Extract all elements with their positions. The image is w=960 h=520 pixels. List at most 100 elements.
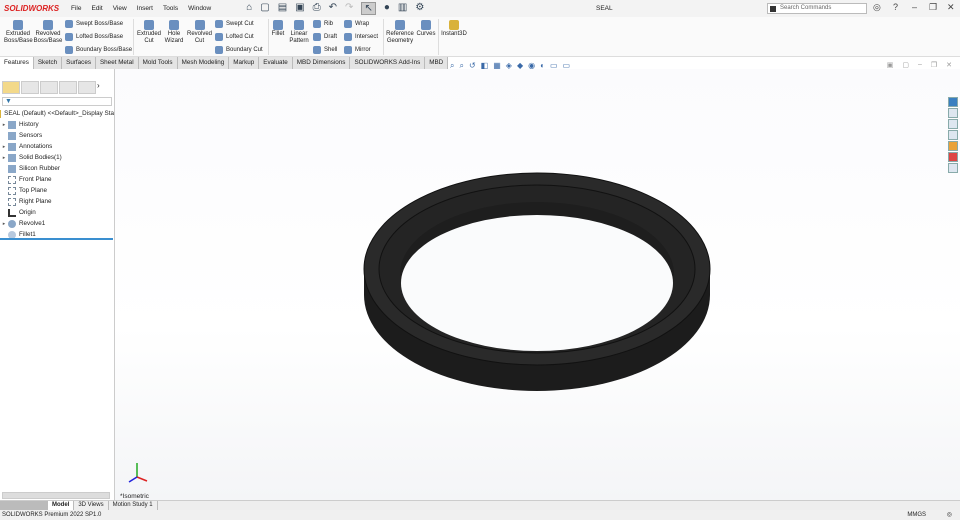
swept-cut-button[interactable]: Swept Cut [215, 20, 254, 28]
redo-icon[interactable]: ↷ [345, 2, 353, 15]
rollback-bar[interactable] [0, 238, 113, 240]
doc-minimize-icon[interactable]: – [918, 61, 922, 69]
linear-pattern-button[interactable]: Linear Pattern [287, 20, 311, 45]
mirror-icon [344, 46, 352, 54]
tree-item-revolve1[interactable]: ▸ Revolve1 [0, 218, 114, 229]
tab-motion-study-1[interactable]: Motion Study 1 [109, 501, 158, 510]
tree-item-front-plane[interactable]: Front Plane [0, 174, 114, 185]
tree-item-origin[interactable]: Origin [0, 207, 114, 218]
tab-model[interactable]: Model [48, 501, 75, 510]
tree-item-top-plane[interactable]: Top Plane [0, 185, 114, 196]
tab-mold-tools[interactable]: Mold Tools [138, 57, 178, 69]
reference-geometry-button[interactable]: Reference Geometry [385, 20, 415, 45]
menu-insert[interactable]: Insert [137, 5, 153, 12]
extruded-cut-icon [144, 20, 154, 30]
tab-markup[interactable]: Markup [229, 57, 260, 69]
tab-mbd[interactable]: MBD [425, 57, 449, 69]
boundary-icon [65, 46, 73, 54]
boundary-boss-button[interactable]: Boundary Boss/Base [65, 46, 132, 54]
extruded-boss-button[interactable]: Extruded Boss/Base [4, 20, 33, 45]
wrap-button[interactable]: Wrap [344, 20, 369, 28]
shell-button[interactable]: Shell [313, 46, 337, 54]
split-icon[interactable]: ▢ [902, 61, 909, 69]
unit-system[interactable]: MMGS [907, 512, 926, 518]
revolved-boss-button[interactable]: Revolved Boss/Base [33, 20, 63, 45]
display-manager-tab-icon[interactable] [78, 81, 96, 94]
options-gear-icon[interactable]: ⚙ [415, 2, 424, 15]
status-bar: SOLIDWORKS Premium 2022 SP1.0 MMGS ◎ [0, 510, 960, 520]
revolved-cut-button[interactable]: Revolved Cut [186, 20, 213, 45]
revolve-icon [8, 219, 16, 228]
intersect-button[interactable]: Intersect [344, 33, 378, 41]
help-icon[interactable]: ? [893, 2, 898, 12]
tab-3d-views[interactable]: 3D Views [74, 501, 109, 510]
property-manager-tab-icon[interactable] [21, 81, 39, 94]
instant3d-button[interactable]: Instant3D [440, 20, 468, 38]
doc-close-icon[interactable]: ✕ [946, 61, 952, 69]
tab-scroll-arrows[interactable] [0, 501, 48, 510]
fillet-button[interactable]: Fillet [270, 20, 286, 38]
tab-surfaces[interactable]: Surfaces [62, 57, 96, 69]
boundary-cut-button[interactable]: Boundary Cut [215, 46, 263, 54]
ring-hole [401, 215, 673, 351]
feature-manager-tab-icon[interactable] [2, 81, 20, 94]
extruded-cut-button[interactable]: Extruded Cut [135, 20, 163, 45]
view-orientation-label: *Isometric [120, 493, 149, 500]
tree-item-sensors[interactable]: Sensors [0, 130, 114, 141]
hole-wizard-button[interactable]: Hole Wizard [163, 20, 185, 45]
dimxpert-tab-icon[interactable] [59, 81, 77, 94]
doc-restore-icon[interactable]: ❐ [931, 61, 937, 69]
tree-item-annotations[interactable]: ▸ Annotations [0, 141, 114, 152]
horizontal-scrollbar[interactable] [2, 492, 110, 499]
search-commands-input[interactable]: Search Commands [767, 3, 867, 14]
tree-item-history[interactable]: ▸ History [0, 119, 114, 130]
material-icon [8, 164, 16, 173]
seal-ring-model[interactable] [115, 69, 960, 500]
undo-icon[interactable]: ↶ [329, 2, 337, 15]
open-icon[interactable]: ▤ [278, 2, 287, 15]
lofted-boss-button[interactable]: Lofted Boss/Base [65, 33, 123, 41]
rebuild-status-icon[interactable]: ◎ [947, 511, 952, 518]
home-icon[interactable]: ⌂ [246, 2, 252, 15]
tab-mesh-modeling[interactable]: Mesh Modeling [177, 57, 230, 69]
graphics-area[interactable]: ⌕ ⌕ ↺ ◧ ▦ ◈ ◆ ◉ ◐ ▭ ▭ ▣ ▢ – ❐ ✕ *Isometric [115, 61, 960, 500]
save-icon[interactable]: ▣ [295, 2, 304, 15]
menu-edit[interactable]: Edit [91, 5, 102, 12]
tab-solidworks-addins[interactable]: SOLIDWORKS Add-Ins [350, 57, 426, 69]
bottom-tabs: Model 3D Views Motion Study 1 [0, 500, 960, 510]
tree-item-solid-bodies[interactable]: ▸ Solid Bodies(1) [0, 152, 114, 163]
filter-icon[interactable]: ▼ [2, 97, 112, 106]
tab-mbd-dimensions[interactable]: MBD Dimensions [292, 57, 351, 69]
menu-file[interactable]: File [71, 5, 81, 12]
configuration-manager-tab-icon[interactable] [40, 81, 58, 94]
close-icon[interactable]: ✕ [947, 2, 955, 13]
solid-bodies-icon [8, 153, 16, 162]
select-icon[interactable]: ↖ [361, 2, 376, 15]
instant3d-icon [449, 20, 459, 30]
lofted-cut-button[interactable]: Lofted Cut [215, 33, 254, 41]
print-icon[interactable]: ⎙ [313, 2, 321, 15]
user-icon[interactable]: ◎ [873, 2, 881, 13]
minimize-icon[interactable]: – [912, 2, 917, 12]
draft-button[interactable]: Draft [313, 33, 337, 41]
tab-evaluate[interactable]: Evaluate [259, 57, 293, 69]
restore-icon[interactable]: ❐ [929, 2, 937, 13]
curves-button[interactable]: Curves [416, 20, 436, 38]
new-icon[interactable]: ▢ [260, 2, 269, 15]
tab-sheet-metal[interactable]: Sheet Metal [95, 57, 139, 69]
rebuild-icon[interactable]: ● [384, 2, 390, 15]
tab-features[interactable]: Features [0, 57, 34, 69]
swept-boss-button[interactable]: Swept Boss/Base [65, 20, 123, 28]
mirror-button[interactable]: Mirror [344, 46, 371, 54]
file-properties-icon[interactable]: ▥ [398, 2, 407, 15]
menu-tools[interactable]: Tools [163, 5, 178, 12]
tree-item-material[interactable]: Silicon Rubber [0, 163, 114, 174]
tree-item-right-plane[interactable]: Right Plane [0, 196, 114, 207]
menu-window[interactable]: Window [188, 5, 211, 12]
menu-view[interactable]: View [113, 5, 127, 12]
tile-icon[interactable]: ▣ [887, 61, 894, 69]
tree-root[interactable]: SEAL (Default) <<Default>_Display Sta [0, 108, 114, 119]
more-tabs-icon[interactable]: › [97, 81, 100, 95]
rib-button[interactable]: Rib [313, 20, 333, 28]
tab-sketch[interactable]: Sketch [33, 57, 63, 69]
